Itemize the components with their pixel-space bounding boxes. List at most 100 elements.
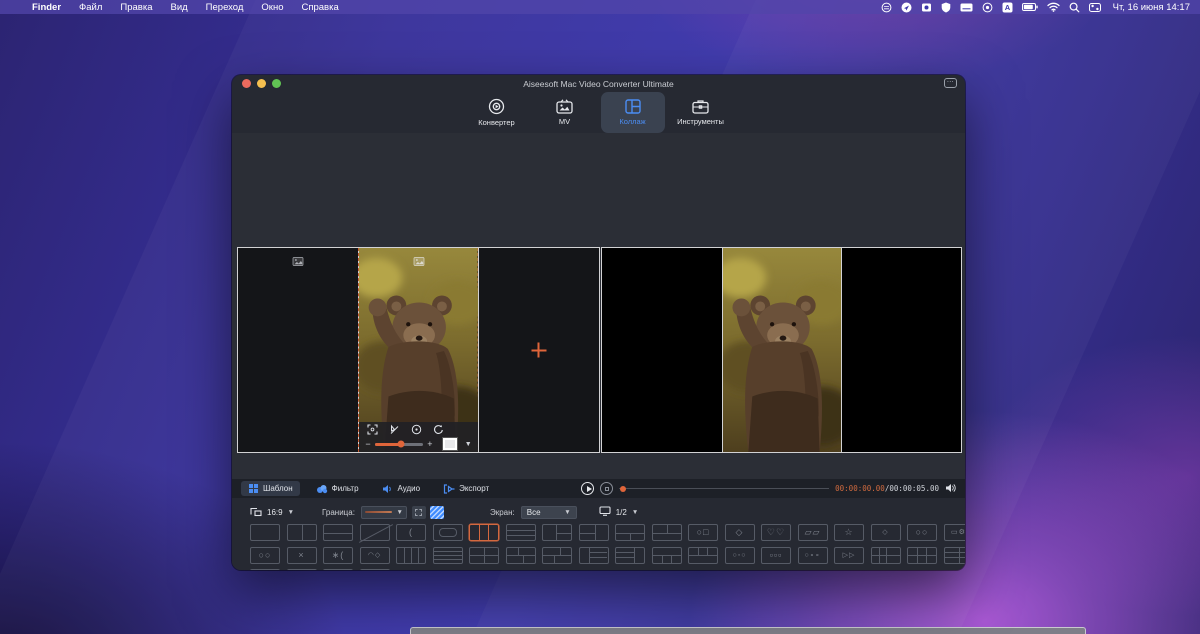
template-top-cols-bottom-full[interactable]	[688, 547, 718, 564]
background-window-edge[interactable]	[410, 627, 1086, 634]
apple-menu-icon[interactable]	[0, 0, 23, 14]
collage-cell-1[interactable]	[238, 248, 358, 452]
template-circle-small-dots[interactable]: ○∘∘	[798, 547, 828, 564]
template-left-split-right-col[interactable]	[579, 524, 609, 541]
template-top-split-bottom-full[interactable]	[652, 524, 682, 541]
menu-item-справка[interactable]: Справка	[292, 0, 347, 14]
tab-инструменты[interactable]: Инструменты	[669, 92, 733, 133]
trim-icon[interactable]	[389, 422, 400, 440]
template-left-col-right-split[interactable]	[542, 524, 572, 541]
chevron-down-icon[interactable]: ▼	[632, 509, 638, 516]
user-switch-icon[interactable]	[881, 0, 892, 14]
template-pip-rounded[interactable]	[433, 524, 463, 541]
timemachine-icon[interactable]	[921, 0, 932, 14]
border-color-button[interactable]	[430, 506, 444, 519]
template-circles-pair[interactable]: ○○	[250, 547, 280, 564]
close-button[interactable]	[242, 79, 251, 88]
bottom-tab-шаблон[interactable]: Шаблон	[241, 481, 300, 496]
frame-style-preview[interactable]	[443, 438, 457, 450]
search-icon[interactable]	[1069, 0, 1080, 14]
battery-icon[interactable]	[1022, 0, 1038, 14]
input-source-icon[interactable]: A	[1002, 0, 1013, 14]
template-curve[interactable]: (	[396, 524, 426, 541]
bottom-tab-аудио[interactable]: Аудио	[375, 481, 428, 496]
template-cols-3[interactable]	[469, 524, 499, 541]
template-grid-brick-a[interactable]	[506, 547, 536, 564]
collage-cell-2-selected[interactable]: − + ▼	[358, 248, 477, 452]
template-triangles-2[interactable]: ▷▷	[834, 547, 864, 564]
template-small-diamond[interactable]: ◇	[871, 524, 901, 541]
screen-select[interactable]: Все▼	[521, 506, 577, 519]
rotate-icon[interactable]	[433, 422, 444, 440]
play-button[interactable]	[581, 482, 594, 495]
template-hearts[interactable]: ♡♡	[761, 524, 791, 541]
window-titlebar[interactable]: Aiseesoft Mac Video Converter Ultimate ⋯	[232, 75, 965, 92]
chevron-down-icon[interactable]: ▼	[465, 441, 472, 448]
template-grid-3x3-b[interactable]	[360, 569, 390, 570]
menu-item-переход[interactable]: Переход	[197, 0, 253, 14]
template-grid-2x3-b[interactable]	[944, 547, 966, 564]
tab-конвертер[interactable]: Конвертер	[465, 92, 529, 133]
template-squares-3[interactable]: ▫▫▫	[761, 547, 791, 564]
template-diagonal[interactable]	[360, 524, 390, 541]
feedback-icon[interactable]: ⋯	[944, 78, 957, 88]
template-grid-2x3[interactable]	[907, 547, 937, 564]
duration-icon[interactable]	[411, 422, 422, 440]
template-diamond[interactable]: ◇	[725, 524, 755, 541]
tab-коллаж[interactable]: Коллаж	[601, 92, 665, 133]
template-grid-2x2-tall[interactable]	[871, 547, 901, 564]
aspect-ratio-value[interactable]: 16:9	[267, 508, 283, 517]
template-rows-4[interactable]	[433, 547, 463, 564]
cell-zoom-slider[interactable]	[375, 443, 424, 446]
crop-icon[interactable]	[367, 422, 378, 440]
template-grid-3x2[interactable]	[287, 569, 317, 570]
menu-item-файл[interactable]: Файл	[70, 0, 111, 14]
template-left-rows-right-col[interactable]	[615, 547, 645, 564]
record-icon[interactable]	[982, 0, 993, 14]
seek-bar[interactable]	[619, 487, 829, 490]
template-star[interactable]: ☆	[834, 524, 864, 541]
template-left-col-right-rows[interactable]	[579, 547, 609, 564]
menu-clock[interactable]: Чт, 16 июня 14:17	[1110, 2, 1190, 13]
zoom-out-minus[interactable]: −	[365, 439, 370, 449]
tab-mv[interactable]: MV	[533, 92, 597, 133]
collage-cell-3[interactable]	[478, 248, 599, 452]
stop-button[interactable]	[600, 482, 613, 495]
template-cols-2[interactable]	[287, 524, 317, 541]
add-media-plus-icon[interactable]	[531, 343, 546, 358]
template-circles-2[interactable]: ○○	[907, 524, 937, 541]
template-top-full-bottom-split[interactable]	[615, 524, 645, 541]
zoom-in-plus[interactable]: +	[427, 439, 432, 449]
chevron-down-icon[interactable]: ▼	[288, 509, 294, 516]
control-center-icon[interactable]	[1089, 0, 1101, 14]
border-dashed-button[interactable]	[412, 506, 426, 519]
template-speech-gear[interactable]: ▭⚙	[944, 524, 966, 541]
template-grid-3x3[interactable]	[323, 569, 353, 570]
template-arc-diamond[interactable]: ◠◇	[360, 547, 390, 564]
shield-icon[interactable]	[941, 0, 951, 14]
menu-item-окно[interactable]: Окно	[252, 0, 292, 14]
menu-item-finder[interactable]: Finder	[23, 0, 70, 14]
template-single[interactable]	[250, 524, 280, 541]
slider-handle[interactable]	[398, 441, 405, 448]
template-circles-3[interactable]: ○◦○	[725, 547, 755, 564]
seek-handle[interactable]	[620, 486, 626, 492]
template-circles-scatter[interactable]: ∘○	[250, 569, 280, 570]
keyboard-icon[interactable]	[960, 0, 973, 14]
menu-item-вид[interactable]: Вид	[161, 0, 196, 14]
minimize-button[interactable]	[257, 79, 266, 88]
template-cols-4[interactable]	[396, 547, 426, 564]
wifi-icon[interactable]	[1047, 0, 1060, 14]
template-trapezoids[interactable]: ▱▱	[798, 524, 828, 541]
template-rows-3[interactable]	[506, 524, 536, 541]
location-icon[interactable]	[901, 0, 912, 14]
bottom-tab-фильтр[interactable]: Фильтр	[309, 481, 366, 496]
template-grid-2x2[interactable]	[469, 547, 499, 564]
bottom-tab-экспорт[interactable]: Экспорт	[436, 481, 496, 496]
menu-item-правка[interactable]: Правка	[111, 0, 161, 14]
template-star-x[interactable]: ×	[287, 547, 317, 564]
zoom-button[interactable]	[272, 79, 281, 88]
volume-icon[interactable]	[945, 480, 957, 498]
template-rows-2[interactable]	[323, 524, 353, 541]
page-value[interactable]: 1/2	[616, 508, 627, 517]
